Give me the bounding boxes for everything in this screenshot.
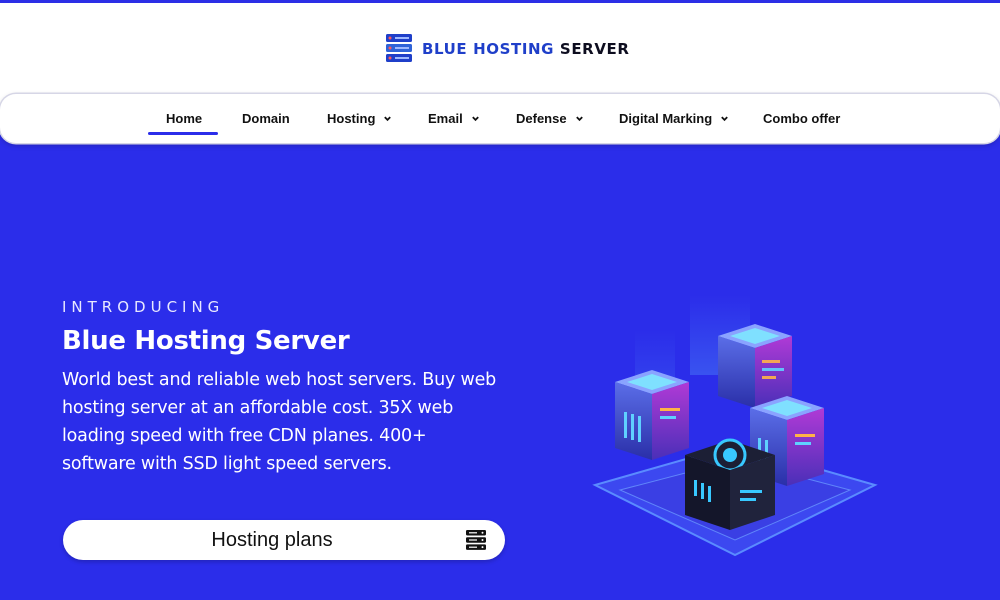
logo-text-secondary: SERVER — [559, 40, 630, 58]
nav-item-hosting[interactable]: Hosting — [327, 94, 392, 143]
nav-item-label: Home — [166, 111, 203, 126]
hero-description-line: hosting server at an affordable cost. 35… — [62, 398, 454, 418]
server-stack-icon — [386, 34, 412, 62]
main-navigation: Home Domain Hosting Email Defense Digita… — [0, 94, 1000, 143]
site-logo[interactable]: BLUE HOSTING SERVER — [385, 33, 630, 65]
nav-item-domain[interactable]: Domain — [242, 94, 290, 143]
hero-title: Blue Hosting Server — [62, 326, 350, 356]
hosting-plans-button-label: Hosting plans — [211, 529, 333, 551]
nav-item-label: Defense — [516, 111, 567, 126]
chevron-down-icon — [721, 116, 729, 122]
nav-item-label: Combo offer — [763, 111, 841, 126]
logo-text: BLUE HOSTING SERVER — [422, 40, 630, 58]
hero-description-line: loading speed with free CDN planes. 400+ — [62, 426, 427, 446]
nav-item-label: Email — [428, 111, 463, 126]
nav-item-email[interactable]: Email — [428, 94, 480, 143]
nav-item-combo-offer[interactable]: Combo offer — [763, 94, 840, 143]
hosting-plans-button[interactable]: Hosting plans — [63, 520, 505, 560]
hero-description-line: software with SSD light speed servers. — [62, 454, 392, 474]
hero-description: World best and reliable web host servers… — [62, 366, 512, 478]
nav-item-home[interactable]: Home — [166, 94, 202, 143]
nav-item-digital-marking[interactable]: Digital Marking — [619, 94, 729, 143]
chevron-down-icon — [384, 116, 392, 122]
hero-description-line: World best and reliable web host servers… — [62, 370, 497, 390]
nav-item-label: Hosting — [327, 111, 376, 126]
hero-eyebrow: INTRODUCING — [62, 298, 225, 316]
site-header: BLUE HOSTING SERVER — [0, 3, 1000, 95]
nav-active-indicator — [148, 132, 218, 135]
nav-item-label: Domain — [242, 111, 290, 126]
logo-text-primary: BLUE HOSTING — [422, 40, 555, 58]
nav-item-defense[interactable]: Defense — [516, 94, 584, 143]
nav-item-label: Digital Marking — [619, 111, 713, 126]
isometric-servers-illustration — [592, 295, 878, 557]
chevron-down-icon — [471, 116, 479, 122]
server-stack-icon — [466, 530, 486, 550]
chevron-down-icon — [575, 116, 583, 122]
